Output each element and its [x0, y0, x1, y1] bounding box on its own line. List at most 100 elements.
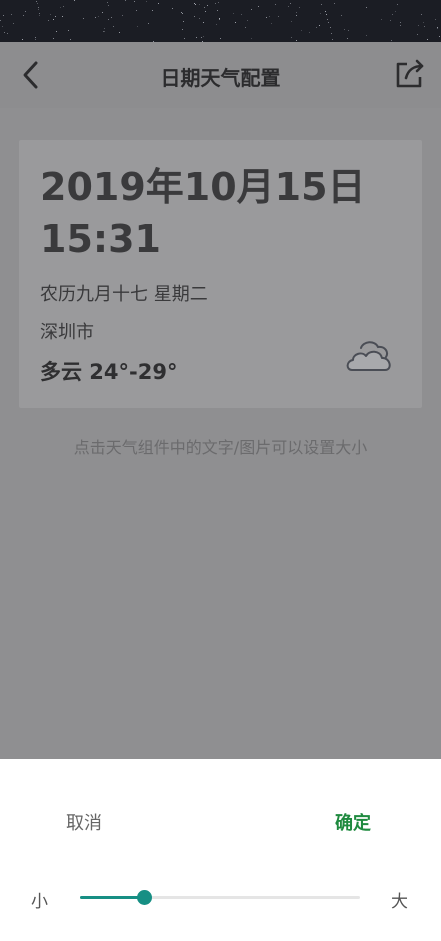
star-dot — [309, 32, 311, 34]
star-dot — [37, 8, 39, 10]
star-dot — [265, 16, 267, 18]
star-dot — [232, 13, 234, 15]
star-dot — [183, 20, 185, 22]
star-dot — [424, 25, 426, 27]
star-dot — [54, 16, 56, 18]
star-dot — [434, 18, 436, 20]
star-dot — [171, 7, 173, 9]
star-dot — [136, 10, 138, 12]
star-dot — [219, 38, 221, 40]
city-text[interactable]: 深圳市 — [40, 318, 94, 344]
star-dot — [327, 22, 329, 24]
star-dot — [125, 0, 127, 1]
size-slider[interactable] — [80, 890, 360, 905]
star-dot — [331, 32, 333, 34]
star-dot — [35, 38, 37, 40]
app-header: 日期天气配置 — [0, 42, 441, 108]
star-dot — [107, 2, 109, 4]
star-dot — [234, 22, 236, 24]
star-dot — [104, 31, 106, 33]
star-dot — [206, 5, 208, 7]
size-max-label: 大 — [391, 892, 408, 912]
cancel-button[interactable]: 取消 — [66, 809, 102, 835]
star-dot — [119, 32, 121, 34]
star-dot — [291, 36, 293, 38]
star-dot — [400, 25, 402, 27]
star-dot — [347, 38, 349, 40]
confirm-button[interactable]: 确定 — [335, 809, 371, 835]
star-dot — [83, 17, 85, 19]
star-dot — [329, 26, 331, 28]
star-dot — [193, 15, 195, 17]
cloud-icon — [346, 341, 391, 371]
star-dot — [423, 21, 425, 23]
star-dot — [421, 13, 423, 15]
star-dot — [49, 13, 51, 15]
star-dot — [300, 29, 302, 31]
star-dot — [201, 36, 203, 38]
star-dot — [3, 15, 5, 17]
star-dot — [244, 27, 246, 29]
star-dot — [70, 38, 72, 40]
star-dot — [219, 18, 221, 20]
star-dot — [344, 29, 345, 31]
star-dot — [60, 6, 62, 8]
star-dot — [319, 24, 321, 26]
star-dot — [298, 7, 300, 9]
star-dot — [296, 15, 298, 16]
slider-fill — [80, 896, 145, 899]
size-min-label: 小 — [31, 892, 48, 912]
star-dot — [366, 7, 368, 9]
star-dot — [396, 4, 398, 6]
star-dot — [147, 23, 149, 25]
star-dot — [10, 13, 12, 15]
star-dot — [427, 38, 429, 40]
star-dot — [399, 22, 401, 24]
star-dot — [327, 19, 329, 21]
slider-thumb[interactable] — [137, 890, 153, 905]
star-dot — [395, 11, 397, 13]
time-text[interactable]: 15:31 — [40, 216, 161, 262]
star-dot — [215, 2, 217, 4]
star-dot — [158, 3, 160, 5]
size-bottom-sheet: 取消 确定 小 大 — [0, 759, 441, 941]
page-title: 日期天气配置 — [160, 66, 281, 90]
share-export-icon — [396, 59, 424, 88]
lunar-date-text[interactable]: 农历九月十七 星期二 — [40, 280, 208, 306]
star-dot — [436, 27, 438, 29]
star-dot — [25, 10, 27, 12]
preview-area: 2019年10月15日 15:31 农历九月十七 星期二 深圳市 多云 24°-… — [0, 108, 441, 759]
star-dot — [291, 20, 293, 22]
star-dot — [36, 0, 38, 2]
star-dot — [53, 18, 55, 20]
star-dot — [181, 13, 183, 15]
star-dot — [316, 26, 318, 28]
star-dot — [0, 20, 2, 22]
star-dot — [275, 3, 277, 5]
star-dot — [202, 21, 204, 23]
star-dot — [38, 12, 40, 14]
star-dot — [183, 37, 185, 39]
star-dot — [94, 16, 96, 18]
star-dot — [98, 16, 100, 18]
star-dot — [217, 2, 219, 4]
star-dot — [39, 14, 41, 16]
weather-image[interactable] — [345, 336, 397, 376]
star-dot — [62, 15, 64, 17]
hint-text: 点击天气组件中的文字/图片可以设置大小 — [73, 438, 368, 457]
star-dot — [438, 35, 440, 37]
date-text[interactable]: 2019年10月15日 — [40, 164, 366, 210]
star-dot — [73, 0, 75, 2]
star-dot — [181, 28, 183, 30]
star-dot — [321, 4, 323, 6]
star-dot — [258, 5, 260, 7]
weather-text[interactable]: 多云 24°-29° — [40, 356, 177, 386]
share-button[interactable] — [393, 57, 427, 91]
star-dot — [217, 9, 219, 11]
star-dot — [389, 19, 391, 21]
star-dot — [247, 20, 249, 22]
star-dot — [325, 14, 327, 16]
star-dot — [332, 38, 334, 40]
star-dot — [134, 1, 136, 3]
star-dot — [121, 14, 123, 16]
